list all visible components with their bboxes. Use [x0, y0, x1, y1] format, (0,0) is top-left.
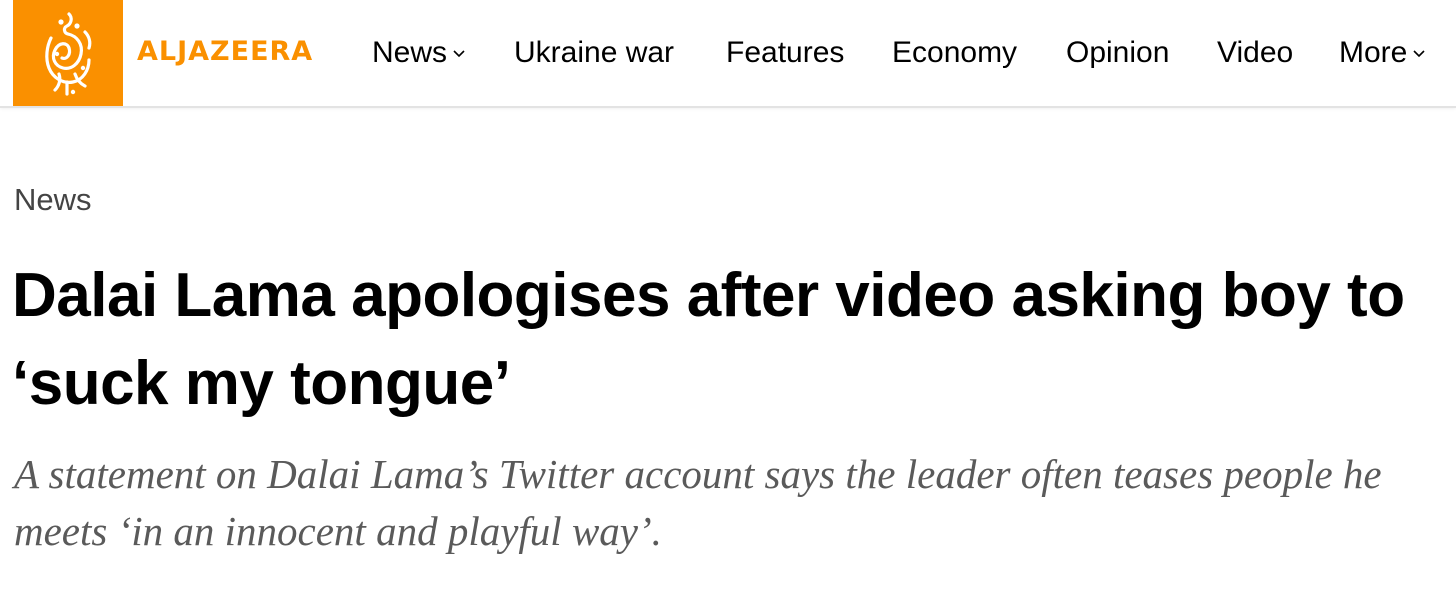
article-standfirst: A statement on Dalai Lama’s Twitter acco…	[14, 451, 1382, 554]
nav-item-label: Video	[1217, 36, 1294, 69]
nav-item-video[interactable]: Video	[1217, 30, 1293, 76]
nav-item-more[interactable]: More	[1339, 30, 1426, 76]
nav-item-label: Ukraine war	[514, 36, 675, 69]
nav-item-label: Opinion	[1066, 36, 1170, 69]
nav-item-label: News	[372, 36, 448, 69]
article-section-link[interactable]: News	[14, 180, 92, 220]
chevron-down-icon	[453, 50, 465, 58]
nav-item-label: Economy	[892, 36, 1018, 69]
nav-item-features[interactable]: Features	[726, 30, 844, 76]
nav-item-label: Features	[726, 36, 845, 69]
nav-item-economy[interactable]: Economy	[892, 30, 1017, 76]
site-header: ALJAZEERA News Ukraine war Features Econ…	[0, 0, 1456, 108]
nav-item-news[interactable]: News	[372, 30, 466, 76]
article-headline: Dalai Lama apologises after video asking…	[12, 261, 1405, 418]
nav-item-label: More	[1339, 36, 1408, 69]
nav-item-ukraine-war[interactable]: Ukraine war	[514, 30, 674, 76]
nav-item-opinion[interactable]: Opinion	[1066, 30, 1169, 76]
main-nav: News Ukraine war Features Economy Opinio…	[0, 30, 1456, 76]
chevron-down-icon	[1413, 50, 1425, 58]
